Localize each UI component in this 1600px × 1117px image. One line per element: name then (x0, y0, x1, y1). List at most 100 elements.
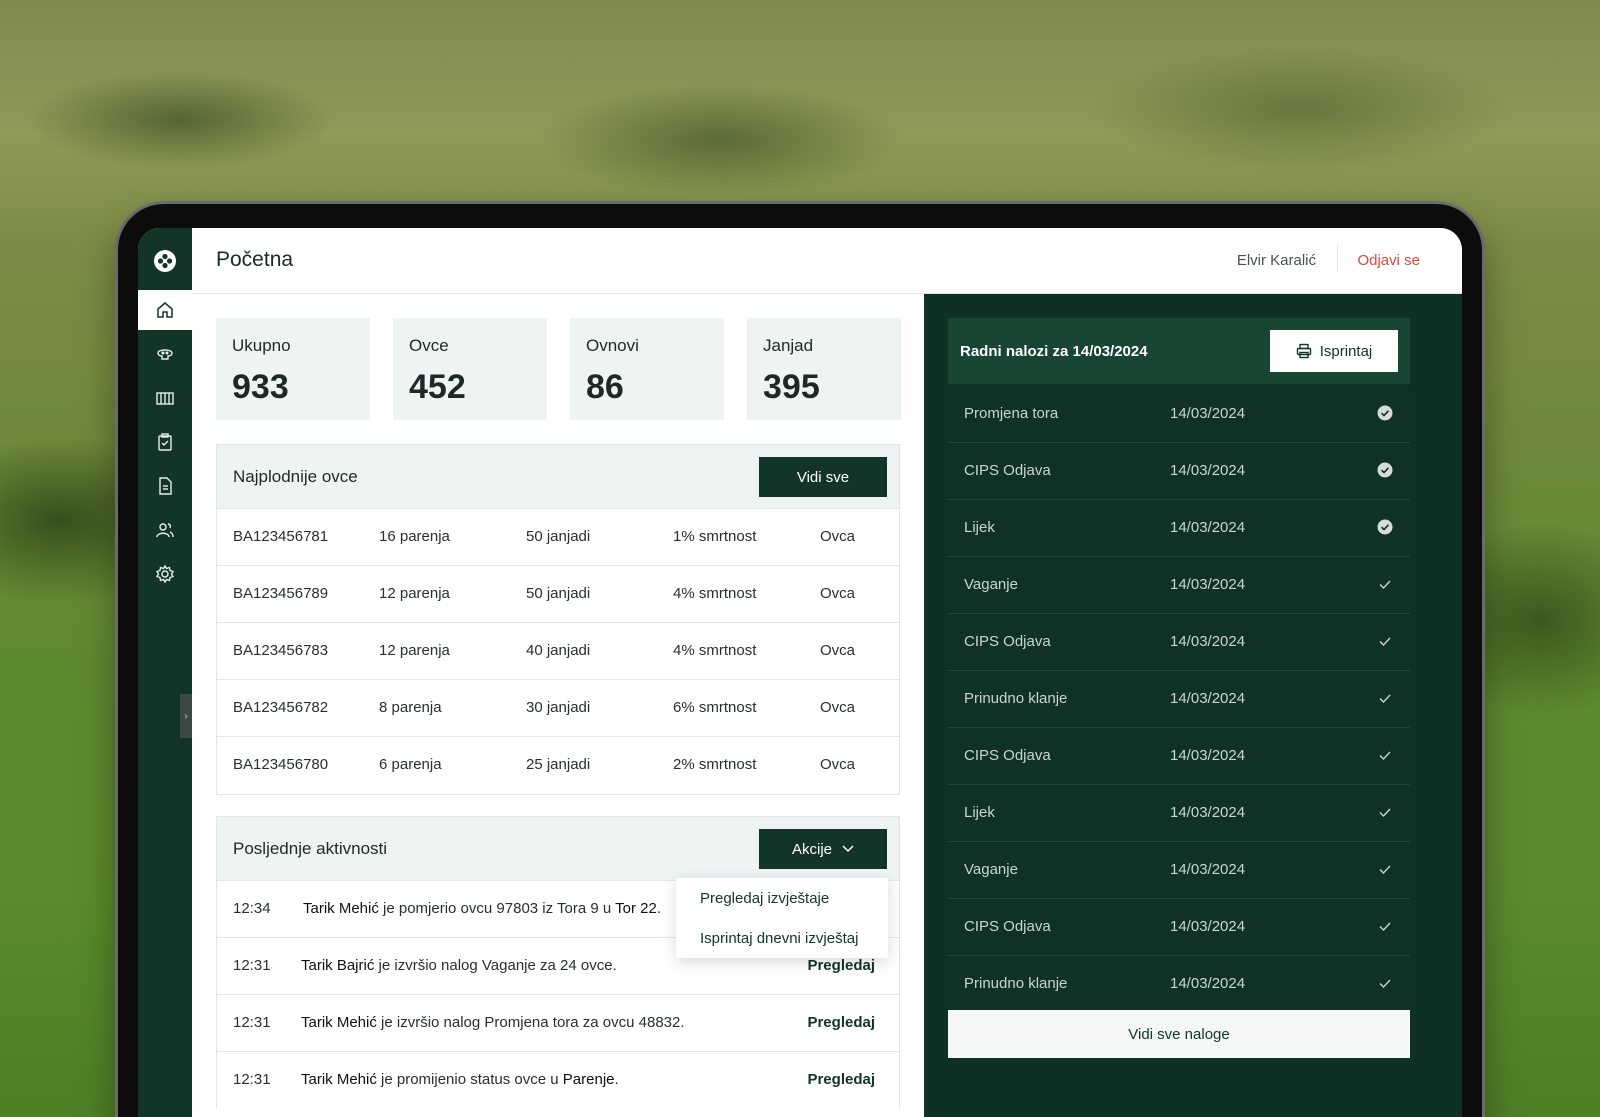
view-activity-link[interactable]: Pregledaj (807, 957, 875, 974)
document-icon (159, 477, 172, 495)
logout-link[interactable]: Odjavi se (1357, 252, 1420, 269)
activity-actor: Tarik Mehić (301, 1071, 377, 1088)
app-logo-icon[interactable] (152, 248, 178, 274)
lambs-count: 30 janjadi (526, 699, 591, 716)
check-circle-icon (1377, 462, 1393, 478)
check-icon (1379, 808, 1391, 818)
view-activity-link[interactable]: Pregledaj (807, 1071, 875, 1088)
activity-time: 12:31 (233, 1071, 271, 1088)
activity-text: Tarik Mehić je promijenio status ovce u … (301, 1071, 619, 1088)
work-order-row[interactable]: Vaganje 14/03/2024 (948, 557, 1410, 614)
work-order-row[interactable]: Prinudno klanje 14/03/2024 (948, 956, 1410, 1013)
fertile-sheep-panel: Najplodnije ovce Vidi sve BA123456781 16… (216, 444, 900, 795)
check-icon (1379, 922, 1391, 932)
mortality: 2% smrtnost (673, 756, 757, 773)
table-row[interactable]: BA123456782 8 parenja 30 janjadi 6% smrt… (217, 680, 899, 737)
matings-count: 6 parenja (379, 756, 442, 773)
stat-label: Ovce (409, 336, 449, 355)
activity-actor: Tarik Bajrić (301, 957, 375, 974)
work-order-name: Prinudno klanje (964, 690, 1068, 707)
check-icon (1379, 979, 1391, 989)
work-order-row[interactable]: Vaganje 14/03/2024 (948, 842, 1410, 899)
view-all-button[interactable]: Vidi sve (759, 457, 887, 497)
work-order-name: CIPS Odjava (964, 747, 1051, 764)
activity-body: je promijenio status ovce u (376, 1071, 563, 1088)
activity-actor: Tarik Mehić (303, 900, 379, 917)
sheep-type: Ovca (820, 585, 856, 602)
matings-count: 12 parenja (379, 585, 450, 602)
lambs-count: 50 janjadi (526, 528, 591, 545)
table-row[interactable]: BA123456780 6 parenja 25 janjadi 2% smrt… (217, 737, 899, 794)
matings-count: 16 parenja (379, 528, 450, 545)
work-order-row[interactable]: CIPS Odjava 14/03/2024 (948, 899, 1410, 956)
sidebar-item-home[interactable] (138, 290, 192, 330)
stat-value: 452 (409, 368, 466, 406)
activity-emphasis: Parenje (562, 1071, 615, 1088)
work-order-row[interactable]: Lijek 14/03/2024 (948, 785, 1410, 842)
sidebar-collapse-toggle[interactable]: › (180, 694, 192, 738)
lambs-count: 40 janjadi (526, 642, 591, 659)
main-content: Ukupno 933 Ovce 452 Ovnovi 86 Janjad 395… (192, 294, 924, 1117)
work-order-row[interactable]: Lijek 14/03/2024 (948, 500, 1410, 557)
stat-card-total: Ukupno 933 (216, 318, 370, 420)
sidebar-item-pens[interactable] (138, 378, 192, 418)
app-screen: › Početna Elvir Karalić Odjavi se Ukupno… (138, 228, 1462, 1117)
work-order-date: 14/03/2024 (1170, 861, 1246, 878)
sheep-id: BA123456782 (233, 699, 329, 716)
stat-card-lambs: Janjad 395 (747, 318, 901, 420)
activity-time: 12:34 (233, 900, 271, 917)
work-order-date: 14/03/2024 (1170, 804, 1246, 821)
check-icon (1379, 580, 1391, 590)
work-order-date: 14/03/2024 (1170, 975, 1246, 992)
work-order-row[interactable]: Prinudno klanje 14/03/2024 (948, 671, 1410, 728)
work-order-row[interactable]: CIPS Odjava 14/03/2024 (948, 614, 1410, 671)
header-divider (1337, 244, 1338, 272)
chevron-down-icon (842, 845, 854, 853)
activity-body: je izvršio nalog Promjena tora za ovcu 4… (376, 1014, 685, 1031)
sidebar-item-tasks[interactable] (138, 422, 192, 462)
work-order-date: 14/03/2024 (1170, 690, 1246, 707)
stat-label: Ukupno (232, 336, 291, 355)
sheep-id: BA123456781 (233, 528, 329, 545)
work-order-name: Vaganje (964, 861, 1018, 878)
work-order-row[interactable]: Promjena tora 14/03/2024 (948, 386, 1410, 443)
mortality: 4% smrtnost (673, 585, 757, 602)
view-activity-link[interactable]: Pregledaj (807, 1014, 875, 1031)
menu-item-print-daily-report[interactable]: Isprintaj dnevni izvještaj (700, 930, 858, 947)
sheep-icon (157, 349, 173, 360)
work-order-name: Vaganje (964, 576, 1018, 593)
view-all-orders-button[interactable]: Vidi sve naloge (948, 1010, 1410, 1058)
work-order-date: 14/03/2024 (1170, 519, 1246, 536)
work-order-row[interactable]: CIPS Odjava 14/03/2024 (948, 728, 1410, 785)
top-header: Početna Elvir Karalić Odjavi se (192, 228, 1462, 294)
lambs-count: 25 janjadi (526, 756, 591, 773)
clipboard-icon (158, 433, 172, 451)
menu-item-view-reports[interactable]: Pregledaj izvještaje (700, 890, 829, 907)
sidebar-item-users[interactable] (138, 510, 192, 550)
panel-header: Posljednje aktivnosti Akcije (217, 817, 899, 881)
list-item: 12:31 Tarik Mehić je promijenio status o… (217, 1052, 899, 1109)
work-order-name: CIPS Odjava (964, 918, 1051, 935)
list-item: 12:31 Tarik Mehić je izvršio nalog Promj… (217, 995, 899, 1052)
work-order-name: Lijek (964, 519, 995, 536)
home-icon (157, 302, 173, 318)
user-name[interactable]: Elvir Karalić (1237, 252, 1316, 269)
table-row[interactable]: BA123456789 12 parenja 50 janjadi 4% smr… (217, 566, 899, 623)
check-icon (1379, 694, 1391, 704)
stat-card-ewes: Ovce 452 (393, 318, 547, 420)
sidebar-item-settings[interactable] (138, 554, 192, 594)
sheep-type: Ovca (820, 642, 856, 659)
actions-dropdown-button[interactable]: Akcije (759, 829, 887, 869)
activity-time: 12:31 (233, 1014, 271, 1031)
print-button[interactable]: Isprintaj (1270, 330, 1398, 372)
activity-text: Tarik Mehić je pomjerio ovcu 97803 iz To… (303, 900, 661, 917)
sidebar-item-reports[interactable] (138, 466, 192, 506)
table-row[interactable]: BA123456783 12 parenja 40 janjadi 4% smr… (217, 623, 899, 680)
table-row[interactable]: BA123456781 16 parenja 50 janjadi 1% smr… (217, 509, 899, 566)
gear-icon (155, 564, 175, 584)
printer-icon (1296, 343, 1311, 359)
sidebar-item-sheep[interactable] (138, 334, 192, 374)
work-order-row[interactable]: CIPS Odjava 14/03/2024 (948, 443, 1410, 500)
work-order-date: 14/03/2024 (1170, 747, 1246, 764)
work-orders-header: Radni nalozi za 14/03/2024 Isprintaj (948, 318, 1410, 384)
